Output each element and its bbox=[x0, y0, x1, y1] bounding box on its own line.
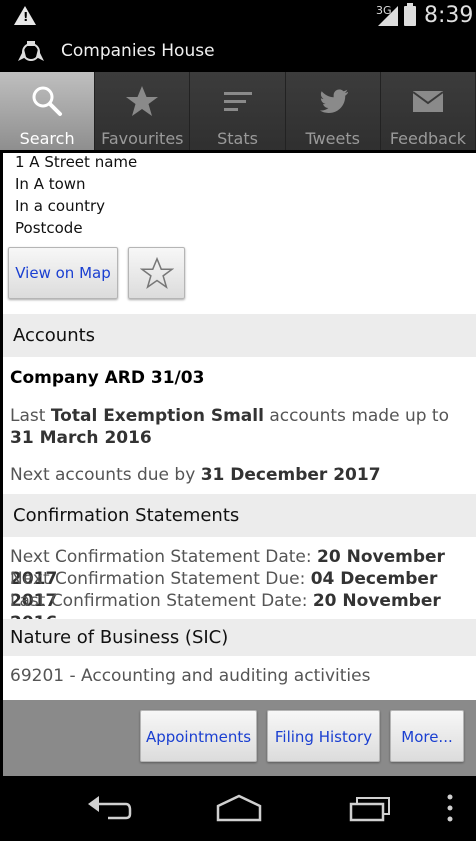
accounts-type: Total Exemption Small bbox=[50, 406, 264, 426]
battery-icon bbox=[404, 3, 416, 26]
back-icon[interactable] bbox=[86, 792, 132, 824]
confirmation-label: Last Confirmation Statement Date: bbox=[10, 591, 313, 611]
star-icon bbox=[126, 86, 159, 116]
last-accounts-mid: accounts made up to bbox=[263, 406, 449, 426]
last-accounts-date: 31 March 2016 bbox=[10, 428, 152, 448]
tab-feedback[interactable]: Feedback bbox=[380, 72, 476, 152]
address-line: In A town bbox=[15, 175, 86, 193]
star-outline-icon bbox=[139, 256, 174, 290]
app-bar: Companies House bbox=[0, 33, 476, 72]
recent-apps-icon[interactable] bbox=[347, 792, 395, 824]
tab-favourites[interactable]: Favourites bbox=[95, 72, 191, 152]
overflow-menu-icon[interactable] bbox=[444, 792, 456, 824]
tab-search[interactable]: Search bbox=[0, 72, 96, 152]
tab-bar: Search Favourites Stats Tweets Feedback bbox=[0, 72, 476, 152]
royal-crest-icon bbox=[18, 41, 44, 61]
confirmation-heading: Confirmation Statements bbox=[3, 494, 476, 537]
favourite-button[interactable] bbox=[128, 247, 185, 299]
clock: 8:39 bbox=[424, 3, 474, 28]
accounts-heading: Accounts bbox=[3, 314, 476, 357]
sic-code: 69201 - Accounting and auditing activiti… bbox=[10, 666, 371, 686]
appointments-button[interactable]: Appointments bbox=[140, 710, 257, 762]
tab-label: Search bbox=[19, 129, 75, 148]
warning-icon: ! bbox=[14, 6, 36, 25]
company-detail[interactable]: 1 A Street name In A town In a country P… bbox=[3, 153, 476, 776]
company-ard: Company ARD 31/03 bbox=[10, 368, 205, 388]
tab-label: Stats bbox=[217, 129, 258, 148]
address-line: In a country bbox=[15, 197, 106, 215]
last-accounts: Last Total Exemption Small accounts made… bbox=[10, 405, 466, 449]
twitter-icon bbox=[319, 89, 348, 113]
filing-history-button[interactable]: Filing History bbox=[267, 710, 380, 762]
nature-heading: Nature of Business (SIC) bbox=[3, 619, 476, 656]
more-button[interactable]: More... bbox=[390, 710, 464, 762]
system-nav-bar bbox=[0, 776, 476, 841]
confirmation-label: Next Confirmation Statement Date: bbox=[10, 547, 318, 567]
next-accounts: Next accounts due by 31 December 2017 bbox=[10, 464, 466, 486]
app-title: Companies House bbox=[61, 41, 215, 61]
tab-label: Favourites bbox=[101, 129, 184, 148]
address-line: 1 A Street name bbox=[15, 153, 138, 171]
status-bar: ! 3G 8:39 bbox=[0, 0, 476, 33]
confirmation-label: Next Confirmation Statement Due: bbox=[10, 569, 311, 589]
tab-label: Feedback bbox=[389, 129, 467, 148]
next-accounts-date: 31 December 2017 bbox=[200, 465, 381, 485]
bottom-action-bar: Appointments Filing History More... bbox=[3, 700, 476, 776]
view-on-map-button[interactable]: View on Map bbox=[8, 247, 118, 299]
tab-label: Tweets bbox=[305, 129, 360, 148]
mail-icon bbox=[412, 91, 444, 112]
last-accounts-prefix: Last bbox=[10, 406, 51, 426]
next-accounts-prefix: Next accounts due by bbox=[10, 465, 201, 485]
tab-tweets[interactable]: Tweets bbox=[285, 72, 381, 152]
stats-icon bbox=[223, 92, 252, 111]
tab-stats[interactable]: Stats bbox=[190, 72, 286, 152]
search-icon bbox=[32, 86, 63, 116]
home-icon[interactable] bbox=[214, 792, 264, 824]
address-line: Postcode bbox=[15, 219, 83, 237]
signal-icon: 3G bbox=[376, 4, 398, 26]
